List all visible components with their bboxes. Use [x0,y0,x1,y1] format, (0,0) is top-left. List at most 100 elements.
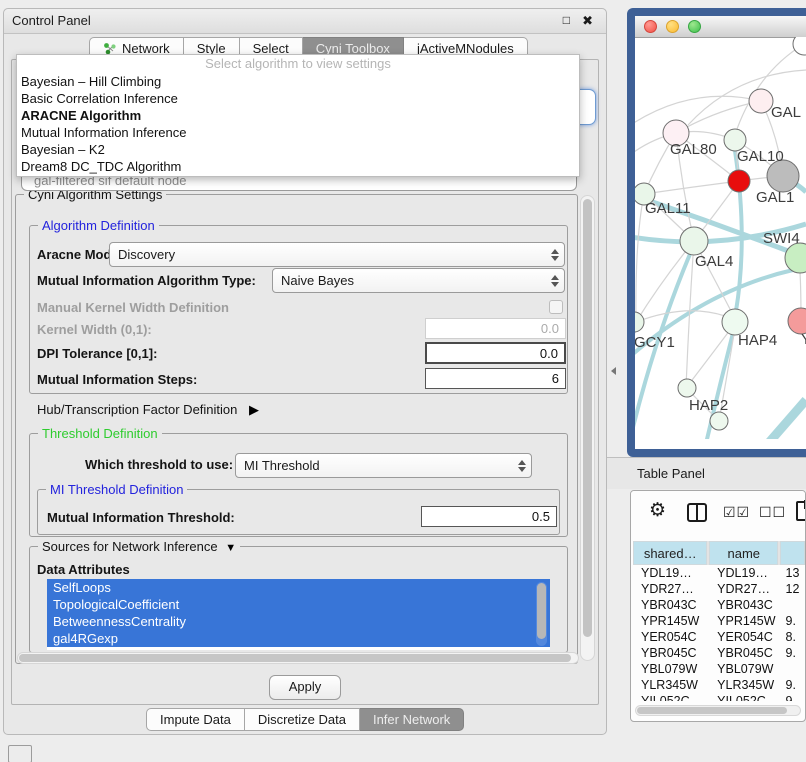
apply-button[interactable]: Apply [269,675,341,700]
algorithm-option-dream8-dc-tdc-algorithm[interactable]: Dream8 DC_TDC Algorithm [17,158,579,175]
table-row[interactable]: YDR27…YDR27…12 [633,581,805,597]
algorithm-option-basic-correlation-inference[interactable]: Basic Correlation Inference [17,90,579,107]
hub-expander-label: Hub/Transcription Factor Definition [37,402,237,417]
network-window: GALGAL80GAL10GAL1GAL11SWI4GAL4GCY1HAP4YH… [635,16,806,449]
table-row[interactable]: YBR043CYBR043C [633,597,805,613]
spinner-icon [517,459,526,473]
dpi-tolerance-field[interactable]: 0.0 [425,342,566,364]
settings-horizontal-scrollbar[interactable] [17,652,579,664]
spinner-icon [550,274,559,288]
network-node-gcy1[interactable] [635,312,644,332]
network-view-frame: GALGAL80GAL10GAL1GAL11SWI4GAL4GCY1HAP4YH… [627,8,806,457]
table-cell: 13 [782,565,806,581]
sources-legend[interactable]: Sources for Network Inference ▼ [38,539,240,554]
algorithm-option-bayesian-hill-climbing[interactable]: Bayesian – Hill Climbing [17,73,579,90]
tab-impute-data[interactable]: Impute Data [146,708,245,731]
mi-algorithm-type-combo[interactable]: Naive Bayes [272,268,565,293]
algorithm-option-bayesian-k2[interactable]: Bayesian – K2 [17,141,579,158]
attribute-item-betweennesscentrality[interactable]: BetweennessCentrality [47,613,550,630]
close-icon[interactable]: ✖ [582,13,593,29]
manual-kernel-width-checkbox[interactable] [549,300,563,314]
table-cell [782,597,806,613]
threshold-definition-legend: Threshold Definition [38,426,162,441]
network-edge[interactable] [752,400,806,439]
table-row[interactable]: YER054CYER054C8. [633,629,805,645]
tab-label: Infer Network [373,712,450,727]
network-window-titlebar[interactable] [635,16,806,38]
settings-horizontal-thumb[interactable] [19,654,571,662]
hub-transcription-expander[interactable]: Hub/Transcription Factor Definition ▶ [37,401,259,419]
checked-pair-icon[interactable]: ☑☑ [723,504,750,521]
network-edge[interactable] [636,194,644,322]
panel-splitter-handle[interactable] [607,367,616,375]
table-row[interactable]: YLR345WYLR345W9. [633,677,805,693]
unchecked-pair-icon[interactable]: ☐☐ [759,504,786,521]
mi-algorithm-type-value: Naive Bayes [281,273,354,288]
float-icon[interactable]: □ [563,13,570,27]
attribute-item-selfloops[interactable]: SelfLoops [47,579,550,596]
network-node-label-gcy1: GCY1 [635,334,675,351]
network-node-hap2[interactable] [678,379,696,397]
table-row[interactable]: YBR045CYBR045C9. [633,645,805,661]
bottom-tab-bar: Impute DataDiscretize Data Infer Network [146,708,464,731]
settings-vertical-scrollbar[interactable] [580,195,595,661]
mi-threshold-field[interactable]: 0.5 [421,506,557,527]
table-row[interactable]: YDL19…YDL19…13 [633,565,805,581]
tab-discretize-data[interactable]: Discretize Data [245,708,360,731]
document-icon[interactable] [796,501,806,521]
table-horizontal-thumb[interactable] [637,707,787,714]
settings-vertical-thumb[interactable] [583,199,592,637]
network-edge[interactable] [635,96,761,128]
column-header-name[interactable]: name [709,541,778,565]
table-panel-header: Table Panel [607,457,806,489]
table-cell: 9. [782,693,806,701]
network-node-gal1[interactable] [728,170,750,192]
network-canvas[interactable]: GALGAL80GAL10GAL1GAL11SWI4GAL4GCY1HAP4YH… [635,37,806,439]
algorithm-dropdown-popup: Select algorithm to view settings Bayesi… [16,54,580,177]
network-node-bottom[interactable] [710,412,728,430]
which-threshold-combo[interactable]: MI Threshold [235,453,532,478]
table-cell: YBR045C [633,645,711,661]
table-row[interactable]: YPR145WYPR145W9. [633,613,805,629]
aracne-mode-combo[interactable]: Discovery [109,242,565,267]
algorithm-combo-partial[interactable] [578,89,596,125]
attribute-item-topologicalcoefficient[interactable]: TopologicalCoefficient [47,596,550,613]
close-traffic-icon[interactable] [644,20,657,33]
kernel-width-label: Kernel Width (0,1): [37,320,152,340]
table-panel-window: ⚙ ☑☑ ☐☐ shared…name YDL19…YDL19…13YDR27…… [630,490,806,722]
control-panel-window: Control Panel □ ✖ NetworkStyleSelectCyni… [3,8,607,735]
network-edge[interactable] [644,181,739,194]
expander-arrow-icon: ▶ [249,402,259,417]
tab-infer-network[interactable]: Infer Network [360,708,464,731]
attribute-item-gal4rgexp[interactable]: gal4RGexp [47,630,550,647]
algorithm-definition-legend: Algorithm Definition [38,218,159,233]
table-horizontal-scrollbar[interactable] [635,705,801,716]
collapse-arrow-icon: ▼ [225,542,236,554]
table-row[interactable]: YBL079WYBL079W [633,661,805,677]
table-cell: YBR045C [711,645,781,661]
attribute-list-scrollbar[interactable] [536,582,547,646]
column-header-shared[interactable]: shared… [633,541,707,565]
network-edge[interactable] [676,101,761,133]
collapsed-panel-button[interactable] [8,745,32,762]
kernel-width-field[interactable]: 0.0 [425,318,566,339]
gear-icon[interactable]: ⚙ [649,499,666,522]
table-row[interactable]: YIL052CYIL052C9. [633,693,805,701]
algorithm-option-mutual-information-inference[interactable]: Mutual Information Inference [17,124,579,141]
data-attributes-list[interactable]: SelfLoopsTopologicalCoefficientBetweenne… [47,579,550,650]
zoom-traffic-icon[interactable] [688,20,701,33]
table-cell: 8. [782,629,806,645]
network-node-edge-top[interactable] [793,37,806,55]
network-node-swi4[interactable] [785,243,806,273]
algorithm-option-aracne-algorithm[interactable]: ARACNE Algorithm [17,107,579,124]
column-header-cut[interactable] [780,541,805,565]
minimize-traffic-icon[interactable] [666,20,679,33]
table-cell: YBR043C [711,597,781,613]
network-node-label-gal80: GAL80 [670,141,717,158]
columns-icon[interactable] [687,503,707,522]
network-node-gal4[interactable] [680,227,708,255]
network-node-gal-top[interactable] [749,89,773,113]
network-edge[interactable] [636,241,694,322]
mi-steps-field[interactable]: 6 [425,368,566,389]
network-node-label-swi4: SWI4 [763,230,800,247]
